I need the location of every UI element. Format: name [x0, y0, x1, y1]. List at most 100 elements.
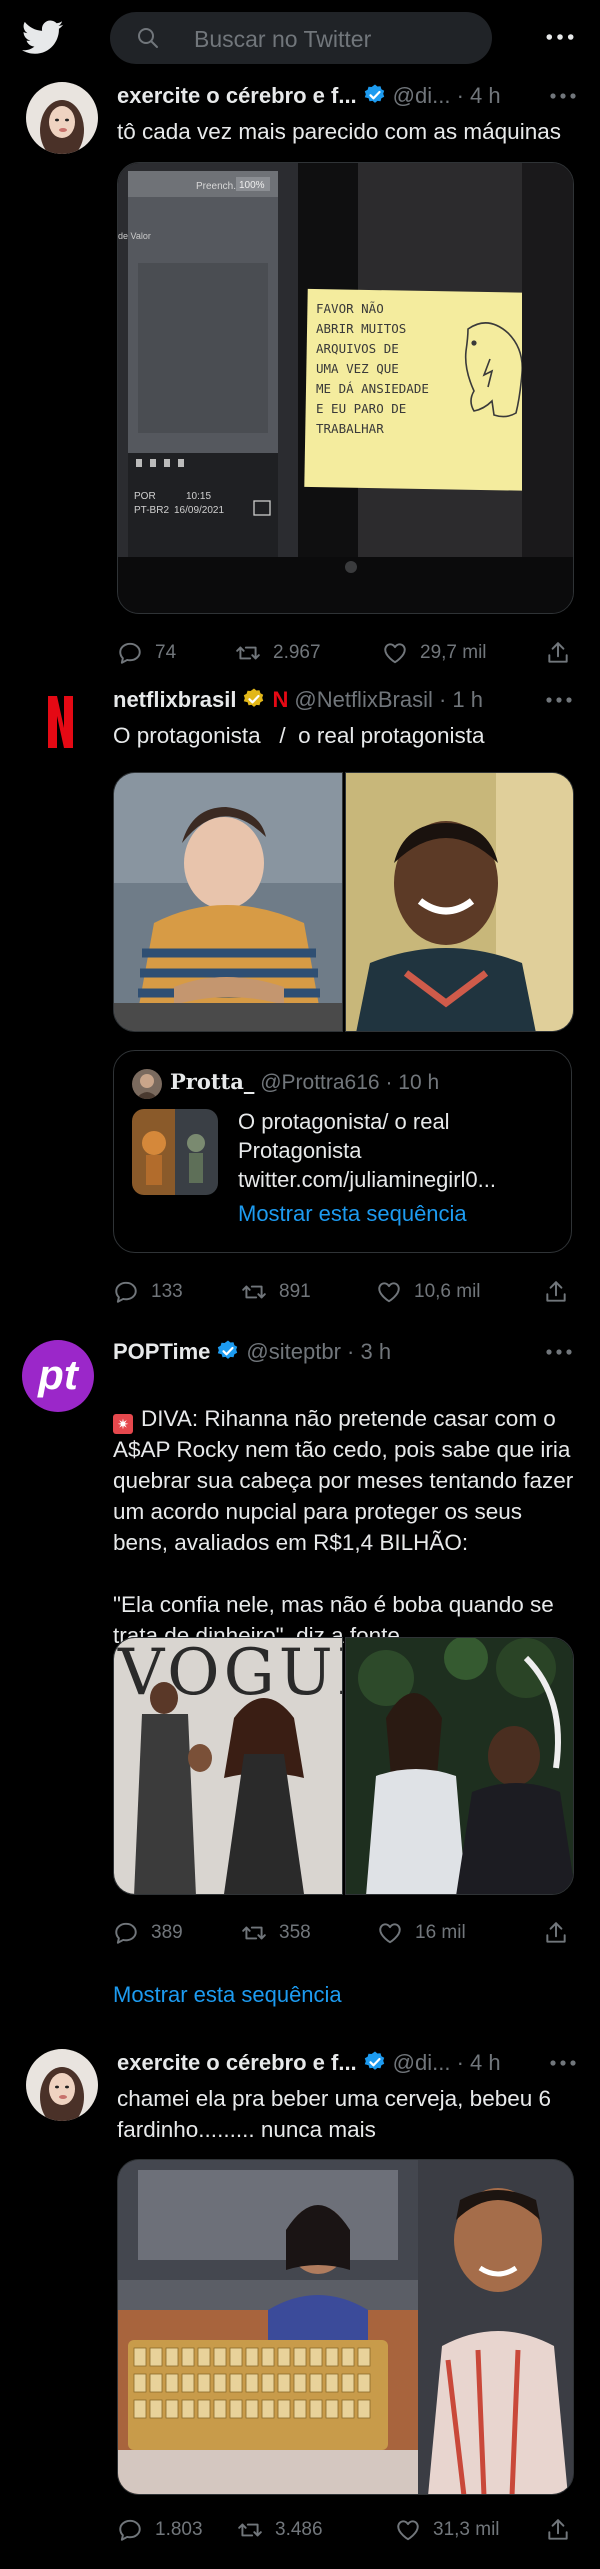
- tweet-time[interactable]: · 3 h: [347, 1339, 391, 1364]
- retweet-count: 2.967: [273, 642, 321, 663]
- more-icon[interactable]: [546, 2049, 580, 2077]
- tweet-text: ✷ DIVA: Rihanna não pretende casar com o …: [113, 1372, 579, 1651]
- retweet-button[interactable]: 3.486: [237, 2515, 323, 2545]
- date-label: 16/09/2021: [174, 505, 224, 516]
- avatar[interactable]: [26, 82, 98, 154]
- reply-count: 1.803: [155, 2519, 203, 2540]
- like-button[interactable]: 16 mil: [377, 1918, 466, 1948]
- share-button[interactable]: [545, 638, 571, 668]
- user-handle[interactable]: @di...: [393, 83, 451, 108]
- like-button[interactable]: 31,3 mil: [395, 2515, 500, 2545]
- tweet-panel-4: exercite o cérebro e f... @di... · 4 h ch…: [0, 2041, 600, 2569]
- more-icon[interactable]: [542, 686, 576, 714]
- more-icon[interactable]: [542, 1338, 576, 1366]
- like-icon: [376, 1279, 402, 1305]
- tweet-actions: 133 891 10,6 mil: [113, 1277, 573, 1307]
- tweet-image-right[interactable]: [345, 1637, 574, 1895]
- like-button[interactable]: 29,7 mil: [382, 638, 487, 668]
- svg-text:ME DÁ ANSIEDADE: ME DÁ ANSIEDADE: [316, 381, 429, 396]
- tweet-image[interactable]: Preench. 100% de Valor POR PT-BR2 10:15 …: [117, 162, 574, 614]
- reply-count: 74: [155, 642, 177, 663]
- search-bar[interactable]: Buscar no Twitter: [110, 12, 492, 64]
- panel-value: de Valor: [118, 231, 151, 241]
- quoted-avatar[interactable]: [132, 1069, 162, 1099]
- svg-text:ABRIR MUITOS: ABRIR MUITOS: [316, 321, 406, 336]
- show-thread-link[interactable]: Mostrar esta sequência: [113, 1982, 342, 2008]
- reply-icon: [117, 2517, 143, 2543]
- share-button[interactable]: [543, 1277, 569, 1307]
- display-name[interactable]: netflixbrasil: [113, 687, 236, 712]
- reply-button[interactable]: 1.803: [117, 2515, 203, 2545]
- user-handle[interactable]: @di...: [393, 2050, 451, 2075]
- panel-label: Preench.: [196, 181, 236, 192]
- quoted-tweet[interactable]: Protta_ @Prottra616 · 10 h O protagonist…: [113, 1050, 572, 1253]
- share-icon: [543, 1920, 569, 1946]
- search-icon: [138, 28, 158, 48]
- tweet-time[interactable]: · 4 h: [457, 83, 501, 108]
- reply-button[interactable]: 389: [113, 1918, 183, 1948]
- share-icon: [545, 640, 571, 666]
- share-icon: [545, 2517, 571, 2543]
- tweet-panel-1: exercite o cérebro e f... @di... · 4 h tô…: [0, 76, 600, 678]
- tweet-image-left[interactable]: VOGUE: [113, 1637, 343, 1895]
- quoted-link[interactable]: twitter.com/juliaminegirl0...: [238, 1165, 560, 1194]
- tweet-time[interactable]: · 4 h: [457, 2050, 501, 2075]
- verified-badge-icon: [216, 1339, 240, 1363]
- retweet-button[interactable]: 891: [241, 1277, 311, 1307]
- reply-button[interactable]: 133: [113, 1277, 183, 1307]
- tweet[interactable]: netflixbrasil N @NetflixBrasil · 1 h O pro…: [0, 680, 600, 1323]
- tweet-image[interactable]: [117, 2159, 574, 2495]
- tweet-image-right[interactable]: [345, 772, 574, 1032]
- retweet-button[interactable]: 358: [241, 1918, 311, 1948]
- tweet-text: tô cada vez mais parecido com as máquina…: [117, 119, 561, 144]
- tweet-actions: 74 2.967 29,7 mil: [117, 638, 577, 668]
- quoted-text: O protagonista/ o real Protagonista twit…: [238, 1107, 560, 1194]
- tweet-actions: 1.803 3.486 31,3 mil: [117, 2515, 577, 2545]
- more-icon[interactable]: [540, 22, 580, 52]
- quoted-display-name[interactable]: Protta_: [170, 1069, 254, 1094]
- verified-badge-icon: [242, 687, 266, 711]
- display-name[interactable]: POPTime: [113, 1339, 210, 1364]
- tweet-text: chamei ela pra beber uma cerveja, bebeu …: [117, 2086, 552, 2142]
- retweet-count: 358: [279, 1922, 311, 1943]
- quoted-thumbnail[interactable]: [132, 1109, 218, 1195]
- tweet[interactable]: exercite o cérebro e f... @di... · 4 h ch…: [0, 2041, 600, 2569]
- tweet-panel-2: netflixbrasil N @NetflixBrasil · 1 h O pro…: [0, 680, 600, 1323]
- search-placeholder: Buscar no Twitter: [194, 26, 372, 52]
- display-name[interactable]: exercite o cérebro e f...: [117, 83, 357, 108]
- verified-badge-icon: [363, 2050, 387, 2074]
- retweet-button[interactable]: 2.967: [235, 638, 321, 668]
- retweet-icon: [237, 2517, 263, 2543]
- tweet-image-left[interactable]: [113, 772, 343, 1032]
- avatar[interactable]: pt: [22, 1340, 94, 1412]
- user-handle[interactable]: @NetflixBrasil: [294, 687, 432, 712]
- user-handle[interactable]: @siteptbr: [246, 1339, 340, 1364]
- share-button[interactable]: [543, 1918, 569, 1948]
- reply-icon: [113, 1920, 139, 1946]
- retweet-icon: [241, 1920, 267, 1946]
- like-count: 10,6 mil: [414, 1281, 481, 1302]
- tweet-time[interactable]: · 1 h: [439, 687, 483, 712]
- tweet[interactable]: exercite o cérebro e f... @di... · 4 h tô…: [0, 76, 600, 678]
- share-icon: [543, 1279, 569, 1305]
- tweet-header: exercite o cérebro e f... @di... · 4 h: [117, 2049, 501, 2077]
- reply-icon: [113, 1279, 139, 1305]
- show-thread-link[interactable]: Mostrar esta sequência: [238, 1201, 467, 1227]
- avatar[interactable]: [26, 2049, 98, 2121]
- like-button[interactable]: 10,6 mil: [376, 1277, 481, 1307]
- display-name[interactable]: exercite o cérebro e f...: [117, 2050, 357, 2075]
- avatar[interactable]: [24, 686, 96, 758]
- more-icon[interactable]: [546, 82, 580, 110]
- avatar-text: pt: [38, 1351, 78, 1398]
- twitter-bird-icon[interactable]: [22, 20, 64, 56]
- reply-icon: [117, 640, 143, 666]
- tweet[interactable]: pt POPTime @siteptbr · 3 h ✷ DIVA: Rihanna…: [0, 1326, 600, 2034]
- like-count: 31,3 mil: [433, 2519, 500, 2540]
- like-count: 29,7 mil: [420, 642, 487, 663]
- quoted-handle[interactable]: @Prottra616: [260, 1071, 379, 1094]
- reply-button[interactable]: 74: [117, 638, 176, 668]
- like-count: 16 mil: [415, 1922, 466, 1943]
- share-button[interactable]: [545, 2515, 571, 2545]
- tweet-text-body: DIVA: Rihanna não pretende casar com o A…: [113, 1406, 574, 1648]
- svg-text:TRABALHAR: TRABALHAR: [316, 421, 384, 436]
